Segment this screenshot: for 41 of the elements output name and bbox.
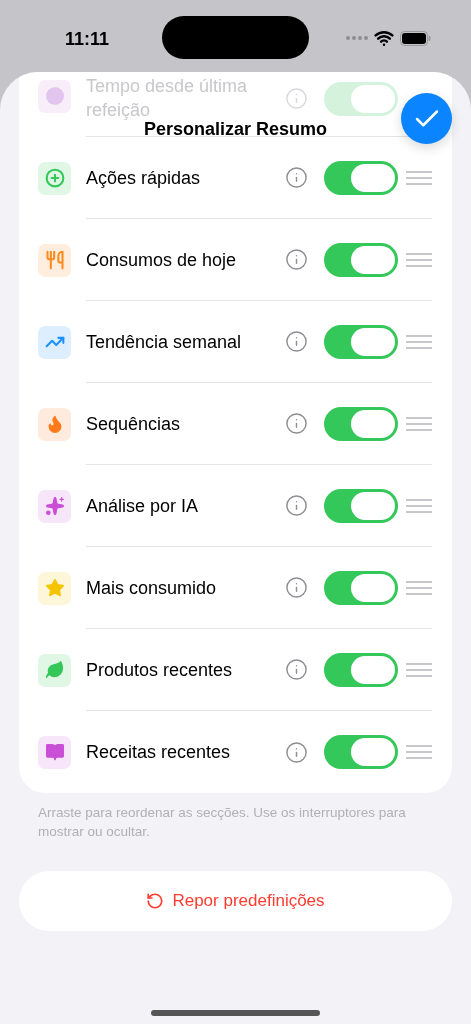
toggle-switch[interactable] [324,735,398,769]
info-icon[interactable] [285,412,308,435]
info-icon[interactable] [285,740,308,764]
toggle-switch[interactable] [324,570,398,605]
drag-handle-icon[interactable] [406,498,432,513]
reset-icon [146,892,165,910]
info-icon[interactable] [285,658,308,681]
toggle-switch[interactable] [324,81,398,116]
wifi-icon [374,28,394,48]
section-label: Consumos de hoje [86,248,237,272]
signal-icon [346,36,368,40]
sheet-title: Personalizar Resumo [143,119,328,141]
info-icon[interactable] [285,248,308,271]
toggle-switch[interactable] [324,160,398,195]
drag-handle-icon[interactable] [406,662,432,677]
section-label: Tendência semanal [86,330,242,354]
info-icon[interactable] [285,576,308,599]
toggle-switch[interactable] [324,242,398,277]
toggle-switch[interactable] [324,488,398,523]
toggle-switch[interactable] [324,406,398,441]
section-label: Análise por IA [86,494,199,518]
section-label: Sequências [86,412,181,436]
section-label: Ações rápidas [86,166,201,190]
info-icon[interactable] [285,330,308,353]
drag-handle-icon[interactable] [406,580,432,595]
section-label: Mais consumido [86,576,217,600]
toggle-switch[interactable] [324,324,398,359]
section-label: Produtos recentes [86,658,233,682]
hint-text: Arraste para reordenar as secções. Use os interruptores para mostrar ou ocultar. [38,804,407,841]
info-icon[interactable] [285,494,308,517]
status-time: 11:11 [65,28,110,51]
drag-handle-icon[interactable] [406,416,432,431]
drag-handle-icon[interactable] [406,252,432,267]
drag-handle-icon[interactable] [406,745,432,759]
drag-handle-icon[interactable] [406,170,432,185]
reset-button[interactable]: Repor predefinições [19,871,452,931]
battery-icon [400,30,431,46]
section-label: Receitas recentes [86,741,231,764]
info-icon[interactable] [285,166,308,189]
toggle-switch[interactable] [324,652,398,687]
drag-handle-icon[interactable] [406,334,432,349]
